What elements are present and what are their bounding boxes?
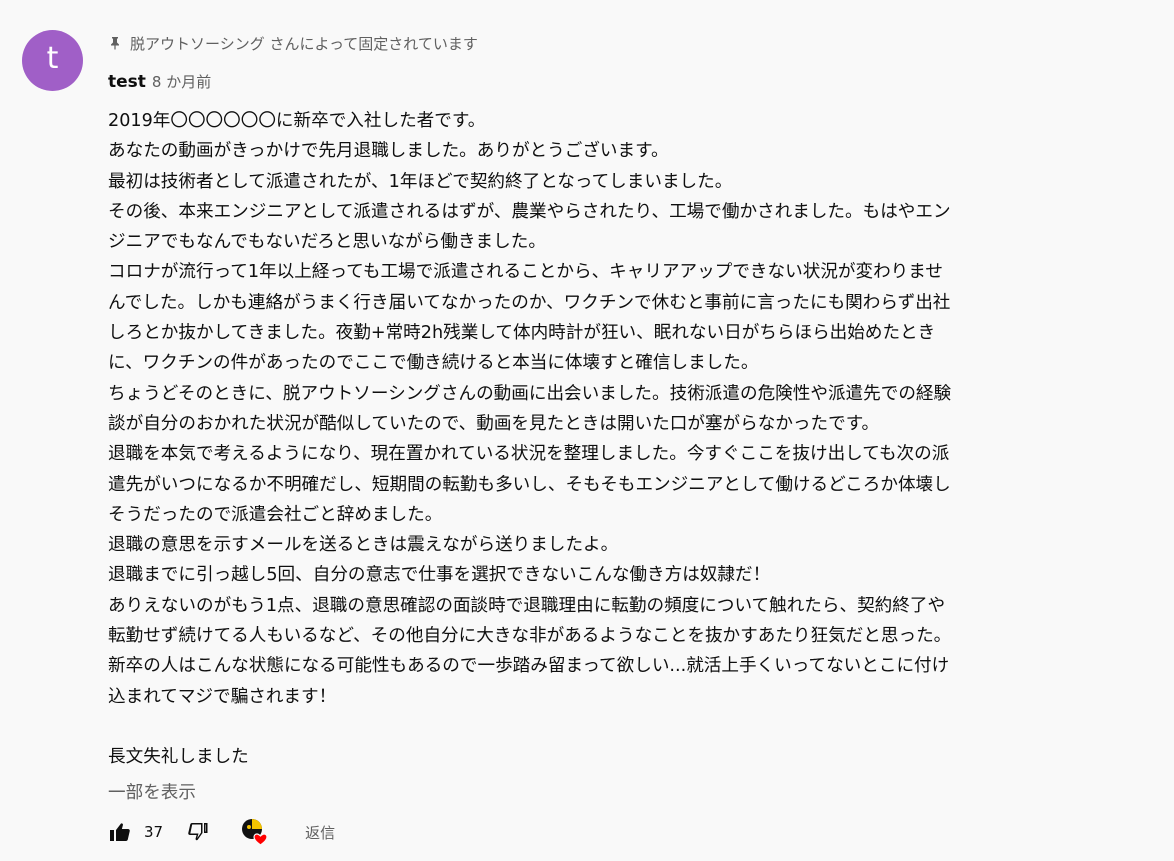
reply-button[interactable]: 返信 <box>305 822 335 843</box>
comment-line: ジニアでもなんでもないだろと思いながら働きました。 <box>108 232 546 253</box>
like-count: 37 <box>144 823 164 841</box>
comment-line: その後、本来エンジニアとして派遣されるはずが、農業やらされたり、工場で働かされま… <box>108 201 951 222</box>
comment-line: 退職までに引っ越し5回、自分の意志で仕事を選択できないこんな働き方は奴隷だ！ <box>108 565 771 586</box>
comment-line: しろとか抜かしてきました。夜勤+常時2h残業して体内時計が狂い、眠れない日がちら… <box>108 323 936 344</box>
thumbs-down-icon[interactable] <box>185 820 209 844</box>
comment-line: 新卒の人はこんな状態になる可能性もあるので一歩踏み留まって欲しい...就活上手く… <box>108 656 950 677</box>
author-name[interactable]: test <box>108 60 146 104</box>
comment-line: そうだったので派遣会社ごと辞めました。 <box>108 504 443 525</box>
comment-line: 退職を本気で考えるようになり、現在置かれている状況を整理しました。今すぐここを抜… <box>108 444 950 465</box>
comment-line: 転勤せず続けてる人もいるなど、その他自分に大きな非があるようなことを抜かすあたり… <box>108 626 952 647</box>
comment-line: 最初は技術者として派遣されたが、1年ほどで契約終了となってしまいました。 <box>108 171 733 192</box>
comment-actions: 37 返信 <box>108 816 335 848</box>
thumbs-up-icon[interactable] <box>108 820 132 844</box>
comment-line: 2019年〇〇〇〇〇〇に新卒で入社した者です。 <box>108 111 486 131</box>
comment-line: 談が自分のおかれた状況が酷似していたので、動画を見たときは開いた口が塞がらなかっ… <box>108 413 880 434</box>
comment-line: に、ワクチンの件があったのでここで働き続けると本当に体壊すと確信しました。 <box>108 353 759 374</box>
comment-line: 退職の意思を示すメールを送るときは震えながら送りましたよ。 <box>108 535 619 556</box>
comment-header: test 8 か月前 <box>108 60 1148 104</box>
comment-line: コロナが流行って1年以上経っても工場で派遣されることから、キャリアアップできない… <box>108 262 943 283</box>
comment-line: 込まれてマジで騙されます！ <box>108 686 337 707</box>
avatar-letter: t <box>46 41 59 76</box>
comment-line: 遣先がいつになるか不明確だし、短期間の転勤も多いし、そもそもエンジニアとして働け… <box>108 474 951 495</box>
pinned-text: 脱アウトソーシング さんによって固定されています <box>130 34 478 53</box>
comment-date[interactable]: 8 か月前 <box>152 60 211 104</box>
show-less-button[interactable]: 一部を表示 <box>108 778 1148 808</box>
comment-line-blank <box>108 712 1148 742</box>
creator-heart-icon <box>239 818 269 846</box>
comment-line: んでした。しかも連絡がうまく行き届いてなかったのか、ワクチンで休むと事前に言った… <box>108 292 951 313</box>
pin-icon <box>111 37 119 50</box>
comment-content: 脱アウトソーシング さんによって固定されています test 8 か月前 2019… <box>108 26 1148 808</box>
pinned-badge: 脱アウトソーシング さんによって固定されています <box>108 26 1148 60</box>
comment-line: 長文失礼しました <box>108 747 249 768</box>
comment-body: 2019年〇〇〇〇〇〇に新卒で入社した者です。 あなたの動画がきっかけで先月退職… <box>108 106 1148 773</box>
avatar[interactable]: t <box>22 30 83 91</box>
comment-line: ありえないのがもう1点、退職の意思確認の面談時で退職理由に転勤の頻度について触れ… <box>108 595 946 616</box>
creator-avatar-icon <box>242 819 268 846</box>
comment-line: ちょうどそのときに、脱アウトソーシングさんの動画に出会いました。技術派遣の危険性… <box>108 383 952 404</box>
comment-line: あなたの動画がきっかけで先月退職しました。ありがとうございます。 <box>108 141 669 162</box>
